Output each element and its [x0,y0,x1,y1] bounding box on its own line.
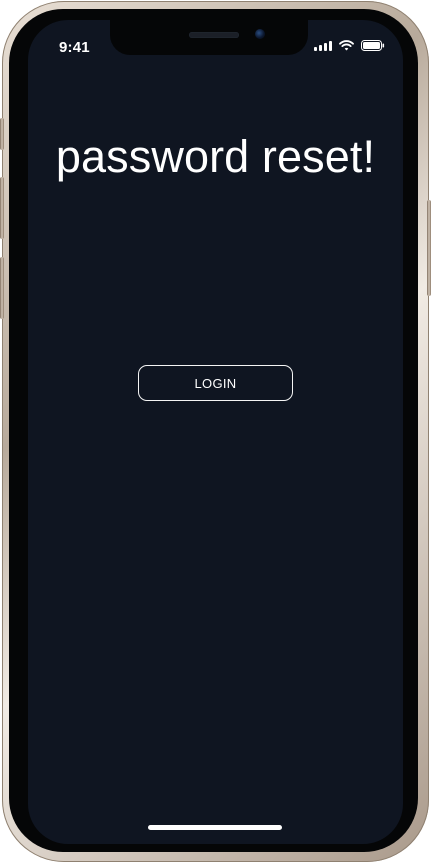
login-button[interactable]: LOGIN [138,365,293,401]
power-button [427,200,431,296]
page-title: password reset! [55,131,376,182]
home-indicator[interactable] [148,825,282,830]
volume-up-button [0,177,4,239]
status-bar: 9:41 [28,20,403,64]
battery-icon [361,40,385,51]
device-mockup: 9:41 password reset! LOGIN [0,0,431,864]
signal-bars-icon [314,40,332,51]
main-content: password reset! LOGIN [28,20,403,844]
wifi-icon [339,40,354,51]
volume-down-button [0,257,4,319]
status-icons [314,40,385,51]
silent-switch [0,118,4,150]
phone-screen: 9:41 password reset! LOGIN [28,20,403,844]
status-time: 9:41 [59,39,90,56]
